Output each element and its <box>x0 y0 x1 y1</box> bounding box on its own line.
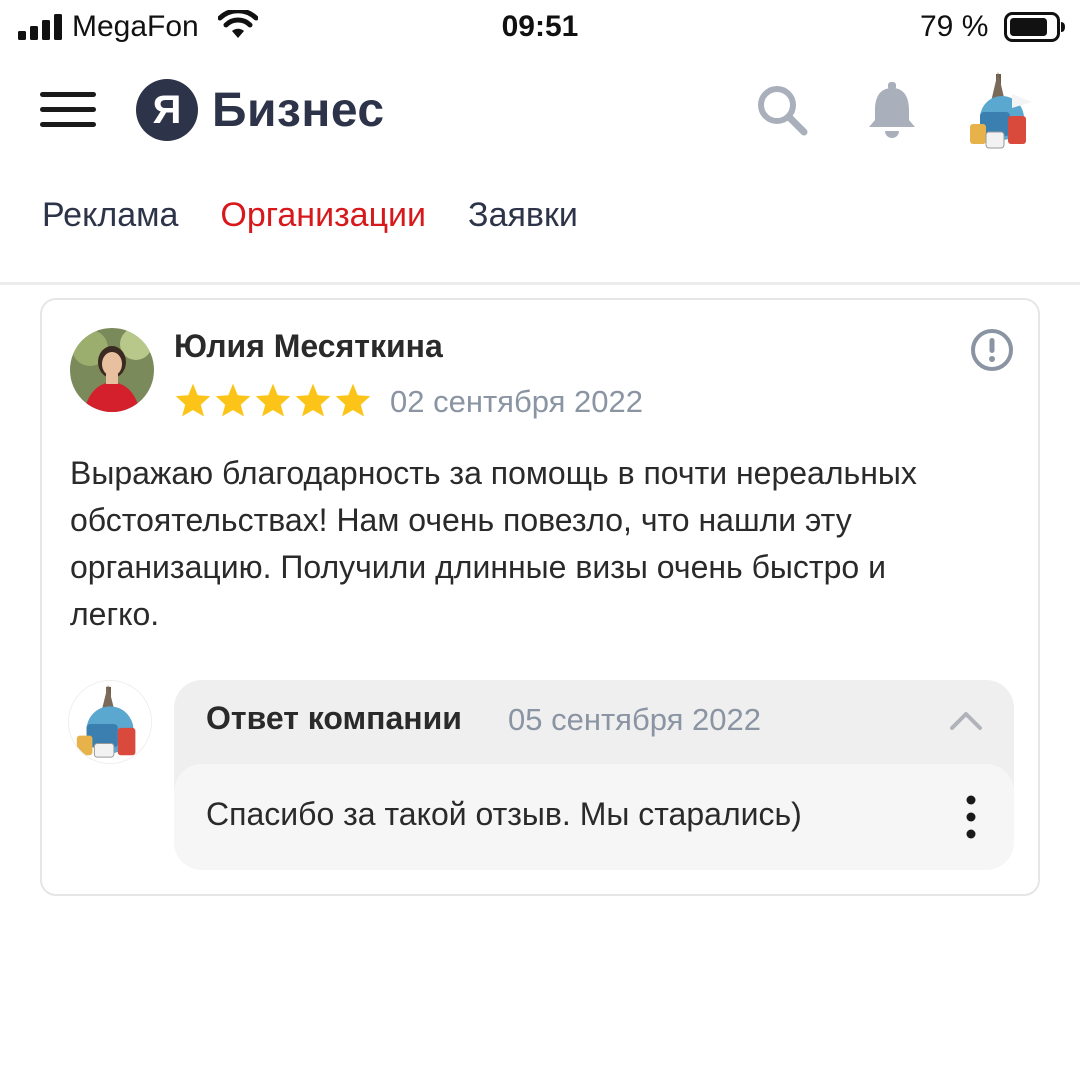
tab-advertising[interactable]: Реклама <box>42 196 178 235</box>
reply-title: Ответ компании <box>206 700 462 736</box>
battery-percent: 79 % <box>920 10 989 43</box>
reviewer-avatar[interactable] <box>70 328 154 412</box>
status-bar: MegaFon 09:51 79 % <box>0 0 1080 56</box>
bell-icon[interactable] <box>864 80 920 140</box>
logo-text: Бизнес <box>212 83 385 137</box>
star-icon <box>295 383 331 417</box>
star-icon <box>175 383 211 417</box>
menu-icon-line <box>40 92 96 97</box>
battery-icon <box>1004 12 1065 42</box>
report-icon[interactable] <box>970 328 1014 372</box>
tabs-divider <box>0 282 1080 285</box>
menu-button[interactable] <box>40 92 96 132</box>
company-reply: Ответ компании 05 сентября 2022 Спасибо … <box>174 680 1014 870</box>
more-options-icon[interactable] <box>956 792 986 842</box>
search-icon[interactable] <box>754 82 810 138</box>
menu-icon-line <box>40 122 96 127</box>
logo[interactable]: Я Бизнес <box>136 78 385 142</box>
reply-text: Спасибо за такой отзыв. Мы старались) <box>206 796 802 832</box>
rating-stars <box>174 382 372 418</box>
star-icon <box>335 383 371 417</box>
clock: 09:51 <box>501 10 579 43</box>
tab-requests[interactable]: Заявки <box>468 196 578 235</box>
reply-date: 05 сентября 2022 <box>508 702 761 737</box>
star-icon <box>215 383 251 417</box>
chevron-up-icon[interactable] <box>946 706 986 736</box>
app-header: Я Бизнес <box>0 56 1080 176</box>
review-text: Выражаю благодарность за помощь в почти … <box>70 455 917 632</box>
avatar[interactable] <box>966 72 1038 152</box>
menu-icon-line <box>40 107 96 112</box>
reply-body: Спасибо за такой отзыв. Мы старались) <box>174 764 1014 870</box>
company-avatar[interactable] <box>68 680 152 764</box>
tab-organizations[interactable]: Организации <box>220 196 426 235</box>
review-card: Юлия Месяткина 02 сентября 2022 Выражаю … <box>40 298 1040 896</box>
logo-mark: Я <box>136 79 198 141</box>
review-date: 02 сентября 2022 <box>390 384 643 419</box>
reviewer-name: Юлия Месяткина <box>174 328 443 364</box>
star-icon <box>255 383 291 417</box>
section-tabs: Реклама Организации Заявки <box>42 196 578 235</box>
